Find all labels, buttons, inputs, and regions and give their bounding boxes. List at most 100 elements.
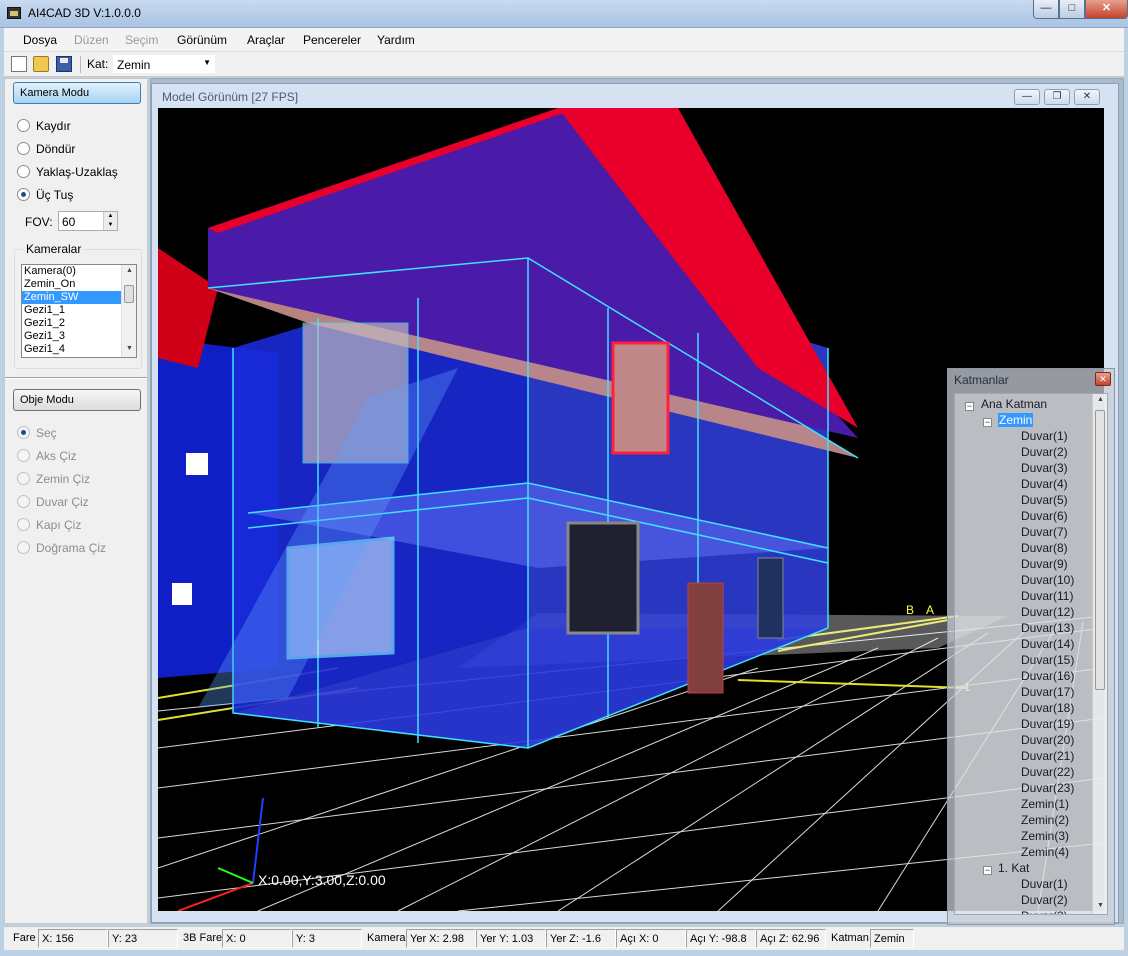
child-minimize-button[interactable]: — [1014,89,1040,105]
fov-spinner[interactable]: ▲ ▼ [103,212,117,230]
close-icon[interactable]: ✕ [1095,372,1111,386]
radio-aks-ciz[interactable]: Aks Çiz [17,449,77,463]
child-close-button[interactable]: ✕ [1074,89,1100,105]
list-item[interactable]: Gezi1_3 [22,330,136,343]
list-item[interactable]: Gezi1_1 [22,304,136,317]
layers-tree[interactable]: − Ana Katman − Zemin Duvar(1) Duvar(2) Duv… [954,393,1108,915]
tree-item[interactable]: Duvar(3) [1021,461,1068,475]
menu-yardim[interactable]: Yardım [377,33,415,47]
radio-zemin-ciz[interactable]: Zemin Çiz [17,472,90,486]
status-3b-fare-x: X: 0 [222,929,292,948]
tree-item[interactable]: Duvar(14) [1021,637,1074,651]
scroll-thumb[interactable] [124,285,134,303]
cameras-group: Kameralar Kamera(0) Zemin_On Zemin_SW Ge… [14,242,142,369]
radio-kapi-ciz[interactable]: Kapı Çiz [17,518,81,532]
tree-item[interactable]: Duvar(1) [1021,877,1068,891]
layers-scrollbar[interactable]: ▲ ▼ [1092,394,1107,914]
tree-item[interactable]: Duvar(21) [1021,749,1074,763]
list-item[interactable]: Zemin_On [22,278,136,291]
collapse-icon[interactable]: − [965,402,974,411]
scroll-thumb[interactable] [1095,410,1105,690]
radio-yaklas-uzaklas[interactable]: Yaklaş-Uzaklaş [17,165,118,179]
radio-dot [17,119,30,132]
radio-dot [17,165,30,178]
tree-item[interactable]: Duvar(4) [1021,477,1068,491]
tree-item[interactable]: Duvar(2) [1021,445,1068,459]
tree-item[interactable]: Duvar(1) [1021,429,1068,443]
tree-item[interactable]: Duvar(22) [1021,765,1074,779]
tree-item[interactable]: Zemin(4) [1021,845,1069,859]
app-icon [7,7,21,19]
tree-item[interactable]: Duvar(2) [1021,893,1068,907]
tree-item[interactable]: Duvar(8) [1021,541,1068,555]
open-folder-icon[interactable] [33,56,49,72]
cameras-list[interactable]: Kamera(0) Zemin_On Zemin_SW Gezi1_1 Gezi… [21,264,137,358]
radio-dograma-ciz[interactable]: Doğrama Çiz [17,541,106,555]
tree-item[interactable]: Duvar(16) [1021,669,1074,683]
model-view-title: Model Görünüm [27 FPS] [162,90,299,104]
fov-input[interactable]: 60 ▲ ▼ [58,211,118,231]
tree-item[interactable]: Duvar(10) [1021,573,1074,587]
scroll-down-icon[interactable]: ▼ [1093,902,1107,909]
tree-item[interactable]: Duvar(7) [1021,525,1068,539]
child-restore-button[interactable]: ❐ [1044,89,1070,105]
tree-item[interactable]: Duvar(20) [1021,733,1074,747]
tree-root[interactable]: Ana Katman [981,397,1047,411]
tree-item[interactable]: Duvar(6) [1021,509,1068,523]
axis-x [177,882,254,911]
tree-group-zemin[interactable]: Zemin [998,413,1034,427]
list-item[interactable]: Gezi1_4 [22,343,136,356]
radio-label: Seç [36,426,57,440]
collapse-icon[interactable]: − [983,866,992,875]
object-mode-button[interactable]: Obje Modu [13,389,141,411]
tree-item[interactable]: Duvar(19) [1021,717,1074,731]
status-3b-fare-y: Y: 3 [292,929,362,948]
tree-item[interactable]: Duvar(13) [1021,621,1074,635]
status-kamera-label: Kamera [367,932,406,944]
title-bar: AI4CAD 3D V:1.0.0.0 — □ ✕ [0,0,1128,28]
tree-item[interactable]: Duvar(17) [1021,685,1074,699]
radio-uc-tus[interactable]: Üç Tuş [17,188,73,202]
list-item[interactable]: Kamera(0) [22,265,136,278]
menu-araclar[interactable]: Araçlar [247,33,285,47]
scroll-up-icon[interactable]: ▲ [122,267,136,274]
tree-item[interactable]: Duvar(15) [1021,653,1074,667]
collapse-icon[interactable]: − [983,418,992,427]
new-file-icon[interactable] [11,56,27,72]
menu-pencereler[interactable]: Pencereler [303,33,361,47]
status-aci-x: Açı X: 0 [616,929,686,948]
tree-item[interactable]: Duvar(23) [1021,781,1074,795]
maximize-button[interactable]: □ [1059,0,1085,19]
menu-duzen[interactable]: Düzen [74,33,109,47]
menu-gorunum[interactable]: Görünüm [177,33,227,47]
tree-item[interactable]: Zemin(2) [1021,813,1069,827]
tree-item[interactable]: Duvar(11) [1021,589,1073,603]
left-panel: Kamera Modu Kaydır Döndür Yaklaş-Uzaklaş… [4,78,148,924]
scroll-up-icon[interactable]: ▲ [1093,396,1107,403]
menu-dosya[interactable]: Dosya [23,33,57,47]
tree-item[interactable]: Zemin(3) [1021,829,1069,843]
minimize-button[interactable]: — [1033,0,1059,19]
tree-group-1-kat[interactable]: 1. Kat [998,861,1029,875]
status-3b-fare-label: 3B Fare [183,932,223,944]
radio-label: Duvar Çiz [36,495,89,509]
tree-item[interactable]: Duvar(5) [1021,493,1068,507]
close-button[interactable]: ✕ [1085,0,1128,19]
kat-dropdown[interactable]: Zemin ▼ [112,54,216,74]
tree-item[interactable]: Zemin(1) [1021,797,1069,811]
radio-sec[interactable]: Seç [17,426,57,440]
list-item[interactable]: Gezi1_2 [22,317,136,330]
tree-item[interactable]: Duvar(18) [1021,701,1074,715]
radio-kaydir[interactable]: Kaydır [17,119,71,133]
tree-item[interactable]: Duvar(12) [1021,605,1074,619]
scroll-down-icon[interactable]: ▼ [122,345,136,352]
tree-item[interactable]: Duvar(3) [1021,909,1068,914]
tree-item[interactable]: Duvar(9) [1021,557,1068,571]
save-icon[interactable] [56,56,72,72]
list-item-selected[interactable]: Zemin_SW [22,291,136,304]
radio-duvar-ciz[interactable]: Duvar Çiz [17,495,89,509]
camera-mode-button[interactable]: Kamera Modu [13,82,141,104]
radio-dondur[interactable]: Döndür [17,142,75,156]
menu-secim[interactable]: Seçim [125,33,158,47]
cameras-scrollbar[interactable]: ▲ ▼ [121,265,136,357]
